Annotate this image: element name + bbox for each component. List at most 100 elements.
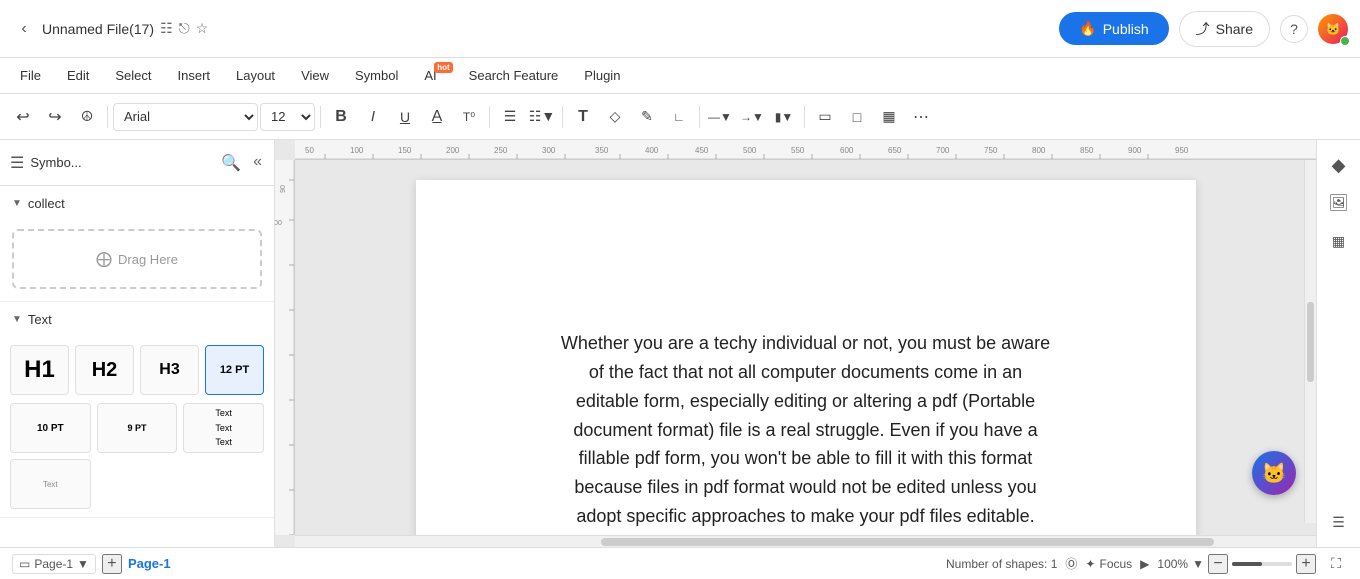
text-h1-item[interactable]: H1	[10, 345, 69, 395]
svg-text:950: 950	[1175, 146, 1189, 155]
svg-text:750: 750	[984, 146, 998, 155]
share-button[interactable]: ⤴ Share	[1179, 11, 1270, 47]
superscript-button[interactable]: T⁰	[454, 102, 484, 132]
arrange-button[interactable]: ▦	[874, 102, 904, 132]
menu-edit[interactable]: Edit	[55, 64, 101, 87]
canvas-scroll-area[interactable]: Whether you are a techy individual or no…	[295, 160, 1316, 535]
bold-button[interactable]: B	[326, 102, 356, 132]
v-scrollbar[interactable]	[1304, 160, 1316, 523]
layout-icon[interactable]: ☷	[160, 20, 173, 37]
frame-button[interactable]: ▭	[810, 102, 840, 132]
text-9pt-item[interactable]: 9 PT	[97, 403, 178, 453]
zoom-out-button[interactable]: −	[1208, 554, 1228, 574]
corner-button[interactable]: ∟	[664, 102, 694, 132]
svg-text:150: 150	[398, 146, 412, 155]
shapes-count: Number of shapes: 1	[946, 557, 1057, 571]
border-style-button[interactable]: ▮▼	[769, 102, 799, 132]
focus-label: Focus	[1099, 557, 1132, 571]
star-icon[interactable]: ☆	[196, 20, 209, 37]
focus-icon: ✦	[1085, 557, 1095, 571]
layers-button[interactable]: Ⓞ	[1065, 555, 1077, 572]
menu-insert[interactable]: Insert	[166, 64, 223, 87]
svg-text:500: 500	[743, 146, 757, 155]
share-icon: ⤴	[1196, 19, 1210, 39]
menu-search-feature[interactable]: Search Feature	[457, 64, 571, 87]
text-h3-item[interactable]: H3	[140, 345, 199, 395]
canvas-text-content: Whether you are a techy individual or no…	[556, 329, 1056, 531]
text-items-row2: 10 PT 9 PT Text Text Text Text	[0, 403, 274, 517]
text-tiny-item[interactable]: Text	[10, 459, 91, 509]
font-size-select[interactable]: 12 10 14 18 24	[260, 103, 315, 131]
focus-button[interactable]: ✦ Focus	[1085, 557, 1132, 571]
svg-text:800: 800	[1032, 146, 1046, 155]
text-section-header[interactable]: ▼ Text	[0, 302, 274, 337]
add-page-button[interactable]: +	[102, 554, 122, 574]
line-style-button[interactable]: —▼	[705, 102, 735, 132]
active-page-tab[interactable]: Page-1	[128, 556, 171, 571]
menu-view[interactable]: View	[289, 64, 341, 87]
menu-file[interactable]: File	[8, 64, 53, 87]
fill-button[interactable]: ◇	[600, 102, 630, 132]
format-paint-button[interactable]: ☮	[72, 102, 102, 132]
collect-section-header[interactable]: ▼ collect	[0, 186, 274, 221]
bottom-bar-right: Number of shapes: 1 Ⓞ ✦ Focus ▶ 100% ▼ −…	[946, 552, 1348, 576]
menu-ai[interactable]: AI hot	[412, 64, 454, 87]
menu-layout[interactable]: Layout	[224, 64, 287, 87]
redo-button[interactable]: ↪	[40, 102, 70, 132]
text-10pt-item[interactable]: 10 PT	[10, 403, 91, 453]
help-button[interactable]: ?	[1280, 15, 1308, 43]
v-scrollbar-thumb	[1307, 302, 1314, 382]
menu-select[interactable]: Select	[103, 64, 163, 87]
ruler-vertical: 90 100	[275, 160, 295, 535]
sidebar-search-icon[interactable]: 🔍	[219, 151, 243, 175]
drag-drop-area[interactable]: ⨁ Drag Here	[12, 229, 262, 289]
play-button[interactable]: ▶	[1140, 557, 1149, 571]
undo-button[interactable]: ↩	[8, 102, 38, 132]
publish-label: Publish	[1103, 21, 1149, 37]
right-fill-button[interactable]: ◆	[1322, 148, 1356, 182]
ai-float-button[interactable]: 🐱	[1252, 451, 1296, 495]
menu-plugin[interactable]: Plugin	[572, 64, 632, 87]
bottom-bar-left: ▭ Page-1 ▼ + Page-1	[12, 554, 171, 574]
fullscreen-button[interactable]: ⛶	[1324, 552, 1348, 576]
zoom-slider[interactable]	[1232, 562, 1292, 566]
canvas-page[interactable]: Whether you are a techy individual or no…	[416, 180, 1196, 535]
pen-button[interactable]: ✎	[632, 102, 662, 132]
collect-toggle-icon: ▼	[12, 198, 22, 209]
text-items-row1: H1 H2 H3 12 PT	[0, 337, 274, 403]
svg-text:400: 400	[645, 146, 659, 155]
align-button[interactable]: ☰	[495, 102, 525, 132]
page-selector[interactable]: ▭ Page-1 ▼	[12, 554, 96, 574]
italic-button[interactable]: I	[358, 102, 388, 132]
text-mode-button[interactable]: T	[568, 102, 598, 132]
text-multiline-item[interactable]: Text Text Text	[183, 403, 264, 453]
back-icon[interactable]: ‹	[12, 17, 36, 41]
toolbar-divider-5	[699, 106, 700, 128]
font-color-button[interactable]: A̲	[422, 102, 452, 132]
collect-label: collect	[28, 196, 65, 211]
arrow-style-button[interactable]: →▼	[737, 102, 767, 132]
menu-symbol[interactable]: Symbol	[343, 64, 410, 87]
zoom-control: 100% ▼ − +	[1157, 554, 1316, 574]
text-align-dropdown[interactable]: ☷▼	[527, 102, 557, 132]
svg-text:450: 450	[695, 146, 709, 155]
underline-button[interactable]: U	[390, 102, 420, 132]
text-h2-item[interactable]: H2	[75, 345, 134, 395]
zoom-in-button[interactable]: +	[1296, 554, 1316, 574]
sidebar-header: ☰ Symbo... 🔍 «	[0, 140, 274, 186]
h-scrollbar[interactable]	[295, 535, 1316, 547]
right-grid-button[interactable]: ▦	[1322, 224, 1356, 258]
share-link-icon[interactable]: ⎋	[179, 20, 190, 37]
right-list-button[interactable]: ☰	[1322, 505, 1356, 539]
right-image-button[interactable]: 🖼	[1322, 186, 1356, 220]
font-family-select[interactable]: Arial Times New Roman Helvetica	[113, 103, 258, 131]
sidebar-collapse-icon[interactable]: «	[251, 151, 264, 175]
publish-button[interactable]: 🔥 Publish	[1059, 12, 1168, 45]
more-button[interactable]: ⋯	[906, 102, 936, 132]
text-12pt-item[interactable]: 12 PT	[205, 345, 264, 395]
svg-text:100: 100	[275, 220, 282, 227]
avatar[interactable]: 🐱	[1318, 14, 1348, 44]
frame2-button[interactable]: □	[842, 102, 872, 132]
zoom-dropdown-icon[interactable]: ▼	[1192, 557, 1204, 571]
main-area: ☰ Symbo... 🔍 « ▼ collect ⨁ Drag Here ▼ T…	[0, 140, 1360, 547]
